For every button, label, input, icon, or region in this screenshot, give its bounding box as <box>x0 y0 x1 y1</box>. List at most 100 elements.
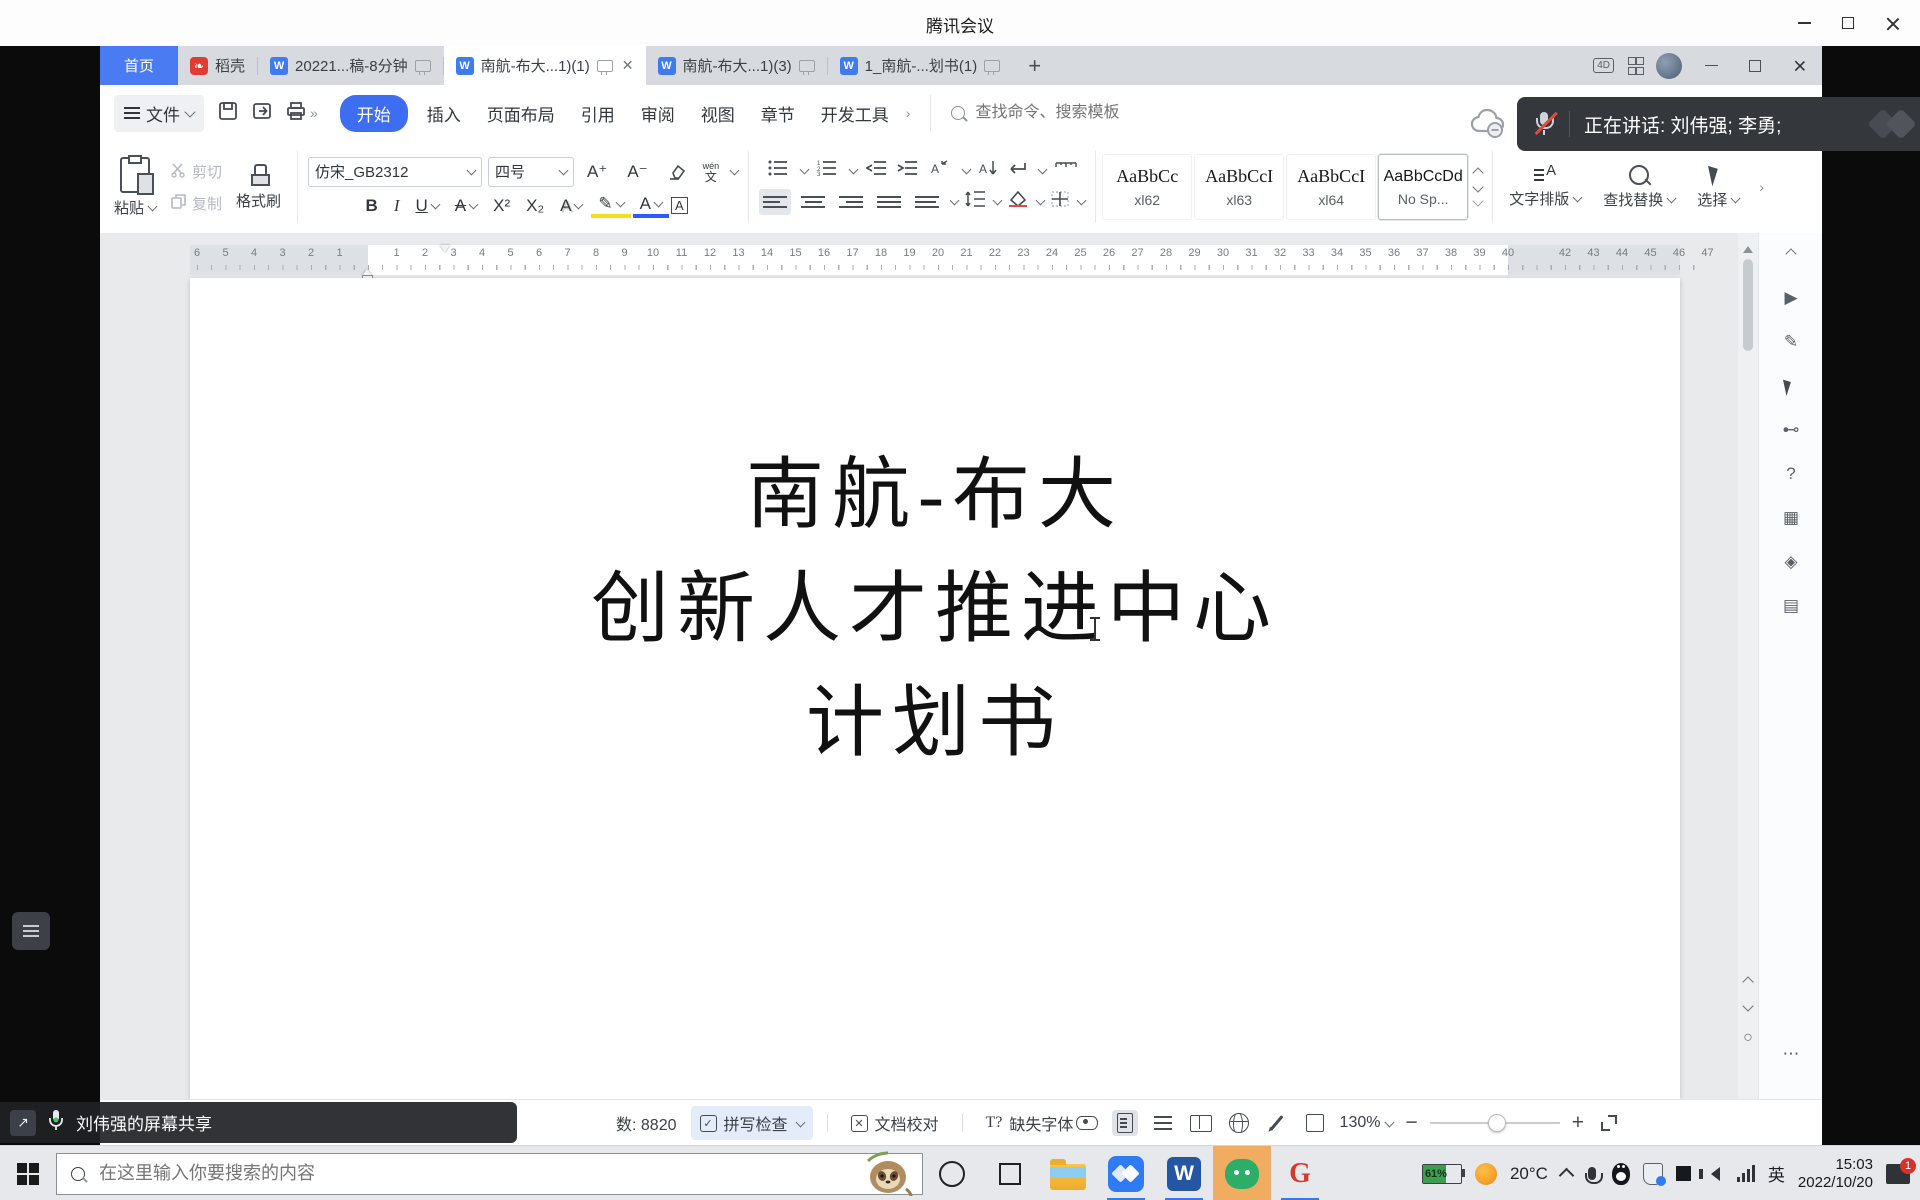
new-tab-button[interactable]: + <box>1012 46 1057 85</box>
tab-document-2-active[interactable]: W 南航-布大...1)(1) ✕ <box>444 46 646 85</box>
network-signal-icon[interactable] <box>1737 1165 1755 1182</box>
adjust-tool-icon[interactable]: ⊷ <box>1774 413 1808 447</box>
eye-protect-icon[interactable] <box>1074 1110 1100 1136</box>
styles-scroll-up-icon[interactable] <box>1473 167 1484 178</box>
ink-view-icon[interactable] <box>1264 1110 1290 1136</box>
highlight-color-button[interactable]: ✎ <box>591 194 630 218</box>
shading-icon[interactable] <box>1007 190 1029 213</box>
stamp-tool-icon[interactable]: ◈ <box>1774 545 1808 579</box>
close-button[interactable] <box>1870 0 1914 46</box>
style-card-no-spacing[interactable]: AaBbCcDd No Sp... <box>1378 154 1468 220</box>
document-page[interactable]: 南航-布大 创新人才推进中心 计划书 <box>190 278 1680 1099</box>
horizontal-ruler[interactable]: 6543211234567891011121314151617181920212… <box>100 245 1760 275</box>
font-name-select[interactable]: 仿宋_GB2312 <box>308 157 482 187</box>
menu-tab-page-layout[interactable]: 页面布局 <box>474 101 568 126</box>
clear-format-icon[interactable] <box>661 164 693 180</box>
page-select-button[interactable]: ○ <box>1738 1029 1758 1047</box>
pen-tool-icon[interactable]: ✎ <box>1774 325 1808 359</box>
file-menu-button[interactable]: 文件 <box>114 95 204 132</box>
tray-expand-icon[interactable] <box>1559 1168 1575 1184</box>
styles-scroll-down-icon[interactable] <box>1473 181 1484 192</box>
ime-indicator[interactable]: 英 <box>1768 1161 1785 1186</box>
more-quick-actions-icon[interactable]: » <box>306 105 322 121</box>
subscript-button[interactable]: X₂ <box>519 196 551 216</box>
decrease-indent-icon[interactable] <box>866 160 888 181</box>
cloud-sync-icon[interactable] <box>1468 103 1510 146</box>
g-app-taskbar-button[interactable]: G <box>1271 1146 1329 1200</box>
meeting-sidebar-toggle-button[interactable] <box>12 912 50 950</box>
command-search-input[interactable] <box>973 103 1177 123</box>
battery-icon[interactable]: 61% <box>1422 1164 1462 1184</box>
borders-icon[interactable] <box>1050 190 1070 213</box>
temperature-label[interactable]: 20°C <box>1510 1164 1548 1184</box>
collapse-panel-icon[interactable] <box>1774 237 1808 271</box>
font-color-button[interactable]: A <box>633 194 669 218</box>
scroll-up-icon[interactable] <box>1743 241 1753 253</box>
align-left-button[interactable] <box>759 189 791 215</box>
bold-button[interactable]: B <box>359 196 385 216</box>
word-taskbar-button[interactable]: W <box>1155 1146 1213 1200</box>
zoom-slider-knob[interactable] <box>1488 1114 1506 1132</box>
qq-icon[interactable] <box>1612 1163 1630 1185</box>
account-avatar[interactable] <box>1656 53 1682 79</box>
text-effects-button[interactable]: A <box>553 196 589 216</box>
more-tools-icon[interactable]: ⋯ <box>1774 1037 1808 1071</box>
zoom-in-button[interactable]: + <box>1572 1111 1584 1135</box>
export-icon[interactable] <box>252 101 272 126</box>
pointer-tool-icon[interactable] <box>1774 369 1808 403</box>
restore-button[interactable] <box>1826 0 1870 46</box>
bullet-list-icon[interactable] <box>768 160 790 181</box>
file-explorer-button[interactable] <box>1039 1146 1097 1200</box>
menu-tab-start[interactable]: 开始 <box>340 95 408 132</box>
read-view-icon[interactable] <box>1188 1110 1214 1136</box>
style-card-xl62[interactable]: AaBbCc xl62 <box>1102 154 1192 220</box>
pinyin-guide-button[interactable]: wén 文 <box>699 162 724 182</box>
tab-home[interactable]: 首页 <box>100 46 178 85</box>
char-border-button[interactable]: A <box>671 197 688 214</box>
first-line-indent-marker[interactable] <box>440 245 450 257</box>
wechat-taskbar-button[interactable] <box>1213 1146 1271 1200</box>
fullscreen-icon[interactable] <box>1596 1110 1622 1136</box>
play-presentation-icon[interactable]: ▶ <box>1774 281 1808 315</box>
justify-button[interactable] <box>873 189 905 215</box>
media-tool-icon[interactable]: ▦ <box>1774 501 1808 535</box>
app-square-icon[interactable] <box>1676 1166 1691 1181</box>
menu-tab-insert[interactable]: 插入 <box>414 101 474 126</box>
minimize-button[interactable] <box>1782 0 1826 46</box>
increase-indent-icon[interactable] <box>897 160 919 181</box>
increase-font-button[interactable]: A⁺ <box>580 162 614 182</box>
scrollbar-thumb[interactable] <box>1743 259 1753 351</box>
strikethrough-button[interactable]: A <box>448 196 484 216</box>
sort-icon[interactable]: A <box>979 160 999 181</box>
page-view-icon[interactable] <box>1112 1110 1138 1136</box>
doc-proof-button[interactable]: ✕ 文档校对 <box>842 1106 948 1140</box>
menu-tab-section[interactable]: 章节 <box>748 101 808 126</box>
align-right-button[interactable] <box>835 189 867 215</box>
style-card-xl64[interactable]: AaBbCcI xl64 <box>1286 154 1376 220</box>
pages-tool-icon[interactable]: ▤ <box>1774 589 1808 623</box>
tab-ruler-icon[interactable] <box>1055 161 1077 180</box>
tab-docer[interactable]: ❧ 稻壳 <box>178 46 257 85</box>
decrease-font-button[interactable]: A⁻ <box>620 162 654 182</box>
tab-close-icon[interactable]: ✕ <box>622 57 634 74</box>
weather-sun-icon[interactable] <box>1475 1163 1497 1185</box>
notification-center-icon[interactable]: 1 <box>1886 1164 1910 1184</box>
copy-button[interactable]: 复制 <box>166 190 226 217</box>
align-center-button[interactable] <box>797 189 829 215</box>
distribute-button[interactable] <box>911 189 943 215</box>
previous-page-button[interactable] <box>1738 973 1758 991</box>
print-icon[interactable] <box>286 101 306 126</box>
vertical-scrollbar[interactable]: ○ <box>1738 233 1758 1099</box>
cut-button[interactable]: 剪切 <box>166 158 226 185</box>
wps-restore-button[interactable] <box>1740 46 1770 85</box>
next-page-button[interactable] <box>1738 997 1758 1015</box>
tencent-meeting-taskbar-button[interactable] <box>1097 1146 1155 1200</box>
text-layout-button[interactable]: 文字排版 <box>1503 166 1587 209</box>
apps-badge-icon[interactable]: 4D <box>1593 58 1614 73</box>
tab-document-3[interactable]: W 南航-布大...1)(3) <box>646 46 827 85</box>
taskbar-search-input[interactable] <box>97 1162 850 1185</box>
outline-view-icon[interactable] <box>1150 1110 1176 1136</box>
start-button[interactable] <box>0 1146 56 1200</box>
missing-font-button[interactable]: T? 缺失字体 <box>977 1106 1083 1140</box>
toolbar-more-icon[interactable]: › <box>1755 179 1768 195</box>
